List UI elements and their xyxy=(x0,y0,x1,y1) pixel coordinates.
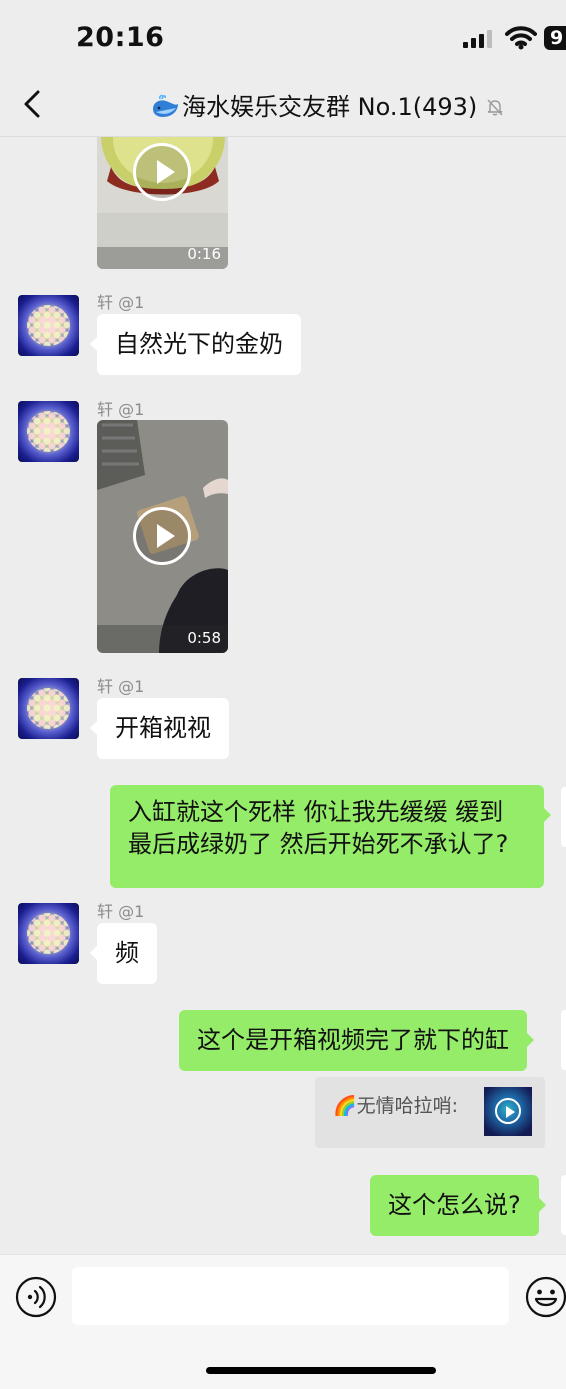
home-indicator[interactable] xyxy=(206,1367,436,1374)
play-icon xyxy=(495,1098,521,1124)
own-avatar-edge[interactable] xyxy=(561,1010,566,1070)
status-bar: 20:16 9 xyxy=(0,0,566,70)
video-message[interactable]: 0:58 xyxy=(97,420,228,653)
quoted-reply[interactable]: 🌈无情哈拉哨: xyxy=(315,1077,545,1148)
message-line: 入缸就这个死样 你让我先缓缓 缓到 xyxy=(128,798,504,826)
bell-muted-icon xyxy=(487,99,503,116)
battery-icon: 9 xyxy=(544,26,566,50)
play-icon xyxy=(133,143,191,201)
message-bubble[interactable]: 自然光下的金奶 xyxy=(90,314,301,375)
whale-icon xyxy=(153,94,178,117)
quoted-video-thumbnail[interactable] xyxy=(484,1087,532,1136)
chat-title: 海水娱乐交友群 No.1(493) xyxy=(182,93,478,121)
message-input[interactable] xyxy=(72,1267,509,1325)
sent-message-bubble[interactable]: 入缸就这个死样 你让我先缓缓 缓到 最后成绿奶了 然后开始死不承认了? xyxy=(110,785,551,888)
own-avatar-edge[interactable] xyxy=(561,787,566,847)
wifi-icon xyxy=(505,26,537,50)
message-list[interactable]: 0:16 轩 @1 自然光下的金奶 轩 @1 0:58 轩 @1 开箱视视 入缸… xyxy=(0,137,566,1254)
cellular-signal-icon xyxy=(463,30,492,48)
chat-header: 海水娱乐交友群 No.1(493) xyxy=(0,70,566,137)
sent-message-bubble[interactable]: 这个怎么说? xyxy=(370,1175,546,1236)
sent-message-bubble[interactable]: 这个是开箱视频完了就下的缸 xyxy=(179,1010,534,1071)
video-duration: 0:58 xyxy=(187,629,221,647)
own-avatar-edge[interactable] xyxy=(561,1175,566,1235)
message-bubble[interactable]: 开箱视视 xyxy=(90,698,229,759)
chat-title-wrap[interactable]: 海水娱乐交友群 No.1(493) xyxy=(150,87,530,122)
status-time: 20:16 xyxy=(76,22,165,53)
avatar[interactable] xyxy=(18,903,79,964)
sender-name: 轩 @1 xyxy=(97,677,145,696)
quote-text: 🌈无情哈拉哨: xyxy=(333,1095,459,1117)
video-duration: 0:16 xyxy=(187,245,221,263)
sender-name: 轩 @1 xyxy=(97,400,145,419)
message-bubble[interactable]: 频 xyxy=(90,923,157,984)
avatar[interactable] xyxy=(18,401,79,462)
avatar[interactable] xyxy=(18,678,79,739)
sender-name: 轩 @1 xyxy=(97,902,145,921)
sender-name: 轩 @1 xyxy=(97,293,145,312)
chevron-left-icon[interactable] xyxy=(20,88,48,120)
video-message[interactable]: 0:16 xyxy=(97,137,228,269)
play-icon xyxy=(133,507,191,565)
voice-icon[interactable] xyxy=(15,1276,57,1318)
message-line: 最后成绿奶了 然后开始死不承认了? xyxy=(128,830,509,858)
avatar[interactable] xyxy=(18,295,79,356)
smiley-icon[interactable] xyxy=(525,1276,566,1318)
